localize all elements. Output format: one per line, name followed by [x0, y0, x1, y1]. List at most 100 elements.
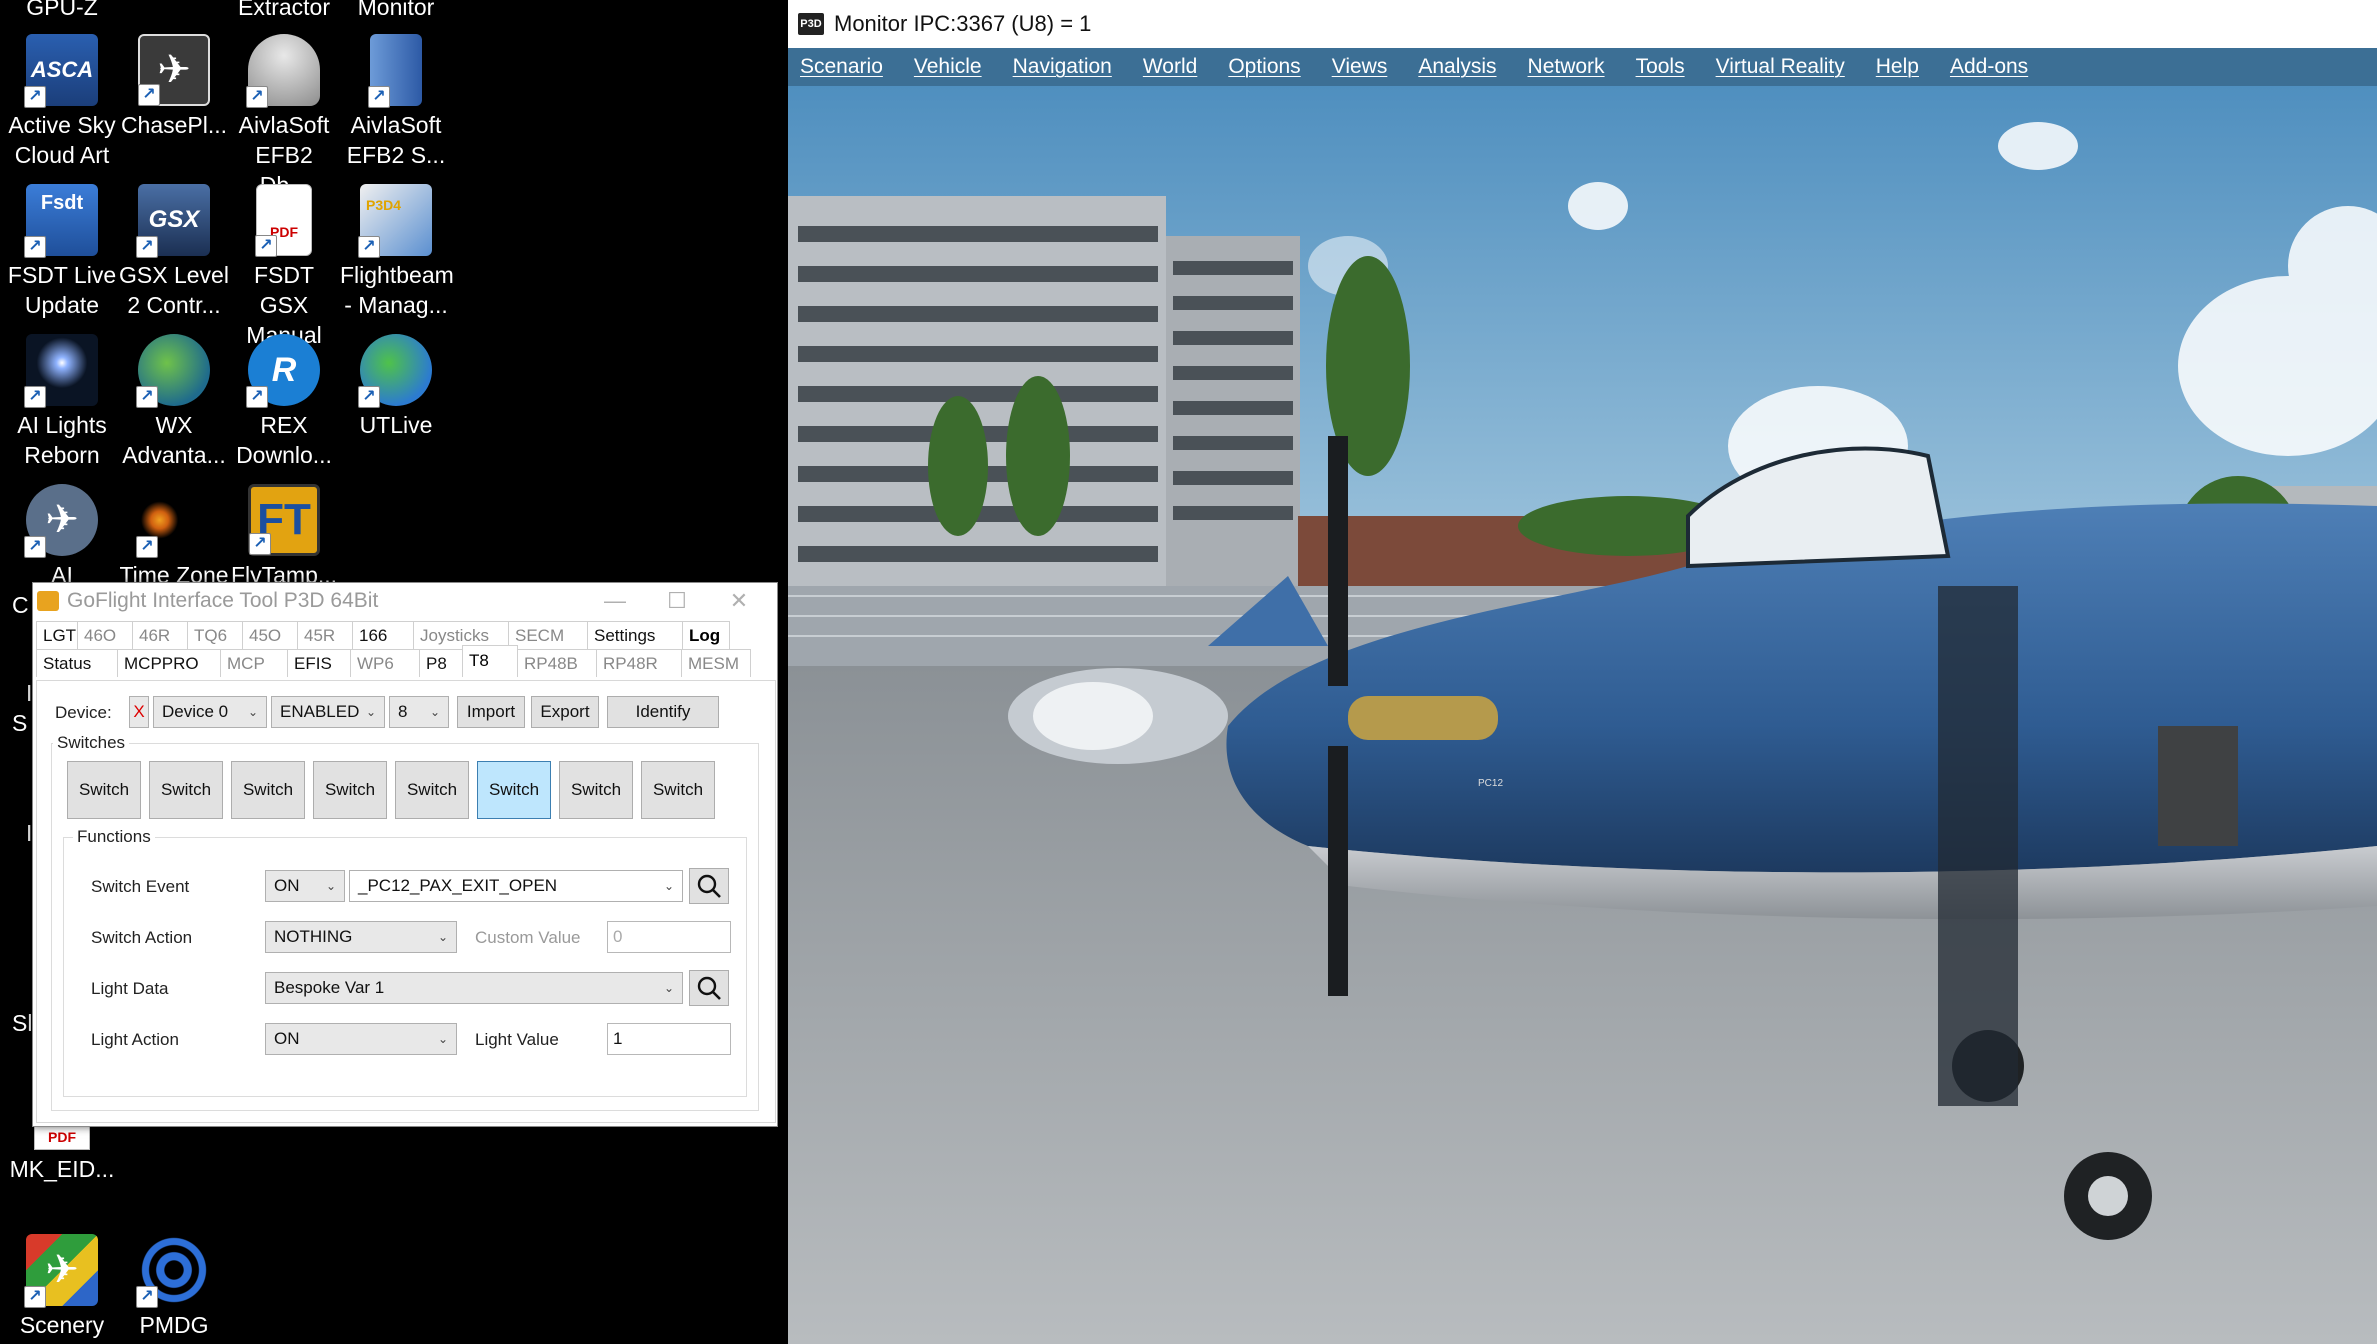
light-value-label: Light Value: [475, 1030, 559, 1049]
tab-45o[interactable]: 45O: [242, 621, 298, 649]
switch-7-button[interactable]: Switch: [559, 761, 633, 819]
desktop-partial-label: C: [12, 592, 29, 618]
tab-status[interactable]: Status: [36, 649, 118, 677]
chevron-down-icon: ⌄: [437, 930, 448, 944]
tab-mcp[interactable]: MCP: [220, 649, 288, 677]
light-data-select[interactable]: Bespoke Var 1 ⌄: [265, 972, 683, 1004]
fsdt-icon: Fsdt ↗: [24, 184, 98, 258]
tab-settings[interactable]: Settings: [587, 621, 683, 649]
import-button[interactable]: Import: [457, 696, 525, 728]
switch-8-button[interactable]: Switch: [641, 761, 715, 819]
menu-options[interactable]: Options: [1228, 55, 1300, 79]
tab-t8[interactable]: T8: [462, 645, 518, 675]
desktop-icon-timezone[interactable]: ↗ Time Zone: [118, 484, 230, 590]
menu-network[interactable]: Network: [1528, 55, 1605, 79]
desktop-icon-gsx[interactable]: GSX ↗ GSX Level 2 Contr...: [118, 184, 230, 320]
desktop-icon-utlive[interactable]: ↗ UTLive: [340, 334, 452, 440]
tab-secm[interactable]: SECM: [508, 621, 588, 649]
switch-action-label: Switch Action: [91, 928, 193, 947]
light-action-label: Light Action: [91, 1030, 179, 1049]
tab-log[interactable]: Log: [682, 621, 730, 649]
close-icon[interactable]: ✕: [709, 583, 769, 619]
switch-5-button[interactable]: Switch: [395, 761, 469, 819]
database-icon: ↗: [246, 34, 320, 108]
tab-efis[interactable]: EFIS: [287, 649, 351, 677]
desktop-icon-aivlasoft-server[interactable]: ↗ AivlaSoft EFB2 S...: [340, 34, 452, 170]
pdf-icon: PDF: [34, 1124, 90, 1150]
menu-virtual-reality[interactable]: Virtual Reality: [1716, 55, 1845, 79]
custom-value-input[interactable]: 0: [607, 921, 731, 953]
light-data-search-button[interactable]: [689, 970, 729, 1006]
desktop-icon-fsdt-gsx-manual[interactable]: PDF↗ FSDT GSX Manual: [228, 184, 340, 350]
switch-1-button[interactable]: Switch: [67, 761, 141, 819]
desktop-icon-flytampa[interactable]: FT ↗ FlyTamp...: [228, 484, 340, 590]
tab-wp6[interactable]: WP6: [350, 649, 420, 677]
tab-rp48b[interactable]: RP48B: [517, 649, 597, 677]
switch-2-button[interactable]: Switch: [149, 761, 223, 819]
sim-viewport[interactable]: PC12: [788, 86, 2377, 1344]
p3d-title-bar[interactable]: P3D Monitor IPC:3367 (U8) = 1: [788, 0, 2377, 48]
switch-3-button[interactable]: Switch: [231, 761, 305, 819]
switch-event-select[interactable]: _PC12_PAX_EXIT_OPEN ⌄: [349, 870, 683, 902]
menu-tools[interactable]: Tools: [1636, 55, 1685, 79]
tab-tq6[interactable]: TQ6: [187, 621, 243, 649]
chevron-down-icon: ⌄: [325, 879, 336, 893]
rex-icon: R ↗: [246, 334, 320, 408]
wx-globe-icon: ↗: [136, 334, 210, 408]
desktop-icon-rex[interactable]: R ↗ REX Downlo...: [228, 334, 340, 470]
switch-6-button[interactable]: Switch: [477, 761, 551, 819]
t8-panel: Device: X Device 0 ⌄ ENABLED ⌄ 8 ⌄ Import E…: [36, 680, 776, 1123]
tab-46r[interactable]: 46R: [132, 621, 188, 649]
tab-45r[interactable]: 45R: [297, 621, 353, 649]
menu-navigation[interactable]: Navigation: [1013, 55, 1112, 79]
menu-world[interactable]: World: [1143, 55, 1197, 79]
switch-action-select[interactable]: NOTHING ⌄: [265, 921, 457, 953]
light-action-select[interactable]: ON ⌄: [265, 1023, 457, 1055]
desktop-icon-wx-advantage[interactable]: ↗ WX Advanta...: [118, 334, 230, 470]
p3d-window-title: Monitor IPC:3367 (U8) = 1: [834, 11, 1092, 36]
desktop-icon-active-sky[interactable]: ASCA ↗ Active Sky Cloud Art: [6, 34, 118, 170]
desktop-icon-flightbeam[interactable]: P3D4 ↗ Flightbeam - Manag...: [340, 184, 454, 320]
switch-event-search-button[interactable]: [689, 868, 729, 904]
desktop-icon-ai[interactable]: ✈ ↗ AI: [6, 484, 118, 590]
tab-row-devices: LGT 46O 46R TQ6 45O 45R 166 Joysticks SE…: [36, 621, 730, 649]
maximize-icon[interactable]: ☐: [647, 583, 707, 619]
menu-add-ons[interactable]: Add-ons: [1950, 55, 2028, 79]
desktop-label-monitor: Monitor: [357, 0, 435, 20]
desktop-icon-aivlasoft-db[interactable]: ↗ AivlaSoft EFB2 Db...: [228, 34, 340, 200]
pmdg-icon: ↗: [136, 1234, 210, 1308]
light-value-input[interactable]: 1: [607, 1023, 731, 1055]
ai-plane-icon: ✈ ↗: [24, 484, 98, 558]
device-select[interactable]: Device 0 ⌄: [153, 696, 267, 728]
flytampa-icon: FT ↗: [248, 484, 320, 556]
switch-count-select[interactable]: 8 ⌄: [389, 696, 449, 728]
goflight-title-bar[interactable]: GoFlight Interface Tool P3D 64Bit — ☐ ✕: [33, 583, 777, 619]
desktop-icon-scenery[interactable]: ✈ ↗ Scenery: [6, 1234, 118, 1340]
p3d-menu-bar: Scenario Vehicle Navigation World Option…: [788, 48, 2377, 86]
menu-scenario[interactable]: Scenario: [800, 55, 883, 79]
desktop-icon-fsdt-live[interactable]: Fsdt ↗ FSDT Live Update: [6, 184, 118, 320]
desktop-icon-chaseplane[interactable]: ✈ ↗ ChasePl...: [118, 34, 230, 140]
desktop-icon-ai-lights[interactable]: ↗ AI Lights Reborn: [6, 334, 118, 470]
device-remove-button[interactable]: X: [129, 696, 149, 728]
tab-p8[interactable]: P8: [419, 649, 463, 677]
functions-title: Functions: [73, 827, 155, 847]
export-button[interactable]: Export: [531, 696, 599, 728]
desktop-icon-pmdg[interactable]: ↗ PMDG: [118, 1234, 230, 1340]
switch-4-button[interactable]: Switch: [313, 761, 387, 819]
tab-46o[interactable]: 46O: [77, 621, 133, 649]
minimize-icon[interactable]: —: [585, 583, 645, 619]
identify-button[interactable]: Identify: [607, 696, 719, 728]
tab-mesm[interactable]: MESM: [681, 649, 751, 677]
tab-mcppro[interactable]: MCPPRO: [117, 649, 221, 677]
menu-analysis[interactable]: Analysis: [1418, 55, 1496, 79]
tab-lgt[interactable]: LGT: [36, 621, 78, 649]
enabled-select[interactable]: ENABLED ⌄: [271, 696, 385, 728]
switch-event-label: Switch Event: [91, 877, 190, 896]
menu-help[interactable]: Help: [1876, 55, 1919, 79]
menu-vehicle[interactable]: Vehicle: [914, 55, 982, 79]
tab-166[interactable]: 166: [352, 621, 414, 649]
switch-event-state-select[interactable]: ON ⌄: [265, 870, 345, 902]
menu-views[interactable]: Views: [1332, 55, 1388, 79]
tab-rp48r[interactable]: RP48R: [596, 649, 682, 677]
